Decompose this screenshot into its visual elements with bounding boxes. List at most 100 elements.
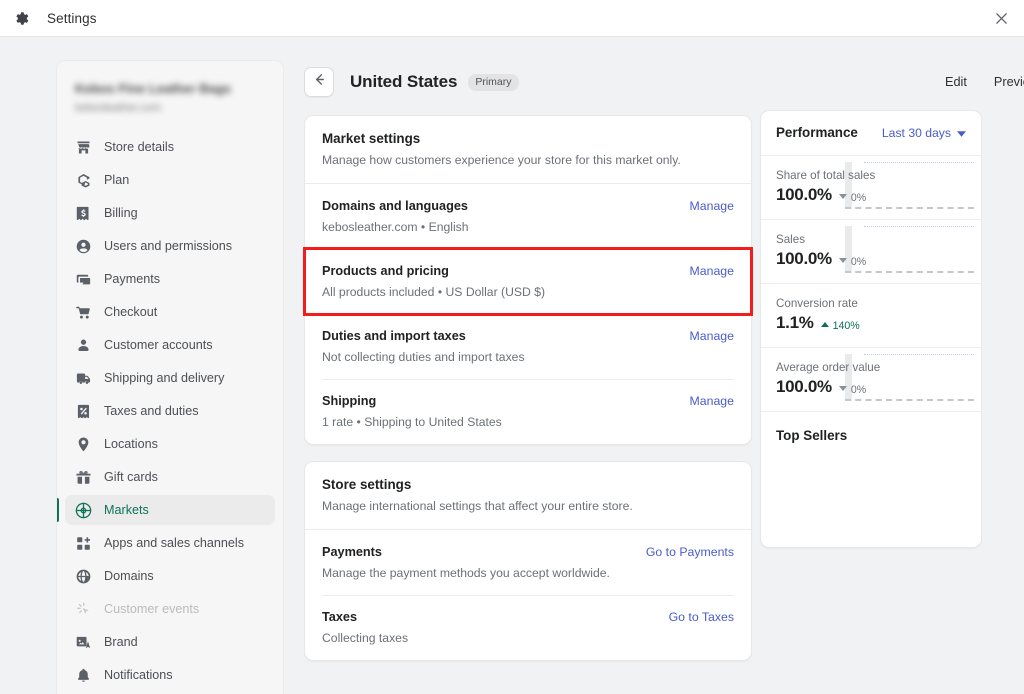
settings-row-action[interactable]: Go to Taxes [669,610,734,624]
sidebar-item-customer-events: Customer events [65,594,275,624]
sidebar-item-label: Domains [104,569,154,583]
performance-metric: Conversion rate1.1%140% [761,284,981,348]
back-button[interactable] [304,67,334,97]
bell-icon [74,666,93,685]
cursor-click-icon [74,600,93,619]
sidebar-item-payments[interactable]: Payments [65,264,275,294]
sidebar-item-label: Gift cards [104,470,158,484]
metric-delta-value: 0% [851,384,866,396]
sidebar-item-gift-cards[interactable]: Gift cards [65,462,275,492]
settings-row-action[interactable]: Manage [690,199,734,213]
page-header: United States Primary Edit Preview [304,60,752,104]
billing-icon [74,204,93,223]
settings-row-action[interactable]: Manage [690,394,734,408]
sidebar-item-billing[interactable]: Billing [65,198,275,228]
market-settings-card: Market settings Manage how customers exp… [304,115,752,445]
close-icon[interactable] [978,0,1024,36]
performance-metric: Average order value100.0%0% [761,348,981,412]
status-badge: Primary [468,74,518,91]
store-settings-header: Store settings Manage international sett… [305,462,751,530]
page-title: United States [350,72,457,92]
person-icon [74,336,93,355]
market-settings-rows: Domains and languageskebosleather.com • … [305,184,751,444]
header-actions: Edit Preview [879,60,1024,104]
metric-delta-value: 0% [851,256,866,268]
date-range-selector[interactable]: Last 30 days [882,126,966,140]
sidebar-item-brand[interactable]: Brand [65,627,275,657]
triangle-down-icon [839,386,847,391]
window-titlebar: Settings [0,0,1024,37]
metric-value: 1.1% [776,313,814,333]
sidebar-item-plan[interactable]: Plan [65,165,275,195]
settings-sidebar: Kebos Fine Leather Bags kebosleather.com… [56,60,284,694]
settings-row-subtitle: All products included • US Dollar (USD $… [322,285,734,299]
sidebar-item-customer-accounts[interactable]: Customer accounts [65,330,275,360]
metric-label: Average order value [776,361,966,374]
sidebar-item-label: Plan [104,173,129,187]
settings-row-subtitle: kebosleather.com • English [322,220,734,234]
performance-metric: Sales100.0%0% [761,220,981,284]
performance-title: Performance [776,125,858,140]
sidebar-item-domains[interactable]: Domains [65,561,275,591]
preview-button[interactable]: Preview [994,75,1024,89]
store-name-blurred: Kebos Fine Leather Bags [75,81,265,96]
date-range-label: Last 30 days [882,126,951,140]
settings-row: Domains and languageskebosleather.com • … [305,184,751,249]
sidebar-item-label: Checkout [104,305,157,319]
sidebar-item-label: Locations [104,437,158,451]
sidebar-item-label: Apps and sales channels [104,536,244,550]
sidebar-item-shipping-and-delivery[interactable]: Shipping and delivery [65,363,275,393]
settings-row: Duties and import taxesNot collecting du… [305,314,751,379]
settings-row-subtitle: Not collecting duties and import taxes [322,350,734,364]
edit-button[interactable]: Edit [945,75,967,89]
store-settings-title: Store settings [322,477,734,492]
sidebar-item-label: Brand [104,635,138,649]
window-title: Settings [47,11,97,26]
settings-window: Settings Kebos Fine Leather Bags kebosle… [0,0,1024,694]
settings-row-title: Products and pricing [322,264,734,278]
percent-receipt-icon [74,402,93,421]
sidebar-item-locations[interactable]: Locations [65,429,275,459]
chevron-down-icon [957,126,966,140]
settings-row-subtitle: 1 rate • Shipping to United States [322,415,734,429]
settings-row: TaxesCollecting taxesGo to Taxes [305,595,751,660]
settings-row-action[interactable]: Go to Payments [646,545,734,559]
cart-icon [74,303,93,322]
triangle-down-icon [839,258,847,263]
triangle-up-icon [821,322,829,327]
sidebar-item-checkout[interactable]: Checkout [65,297,275,327]
sidebar-item-store-details[interactable]: Store details [65,132,275,162]
settings-row-action[interactable]: Manage [690,329,734,343]
settings-row: PaymentsManage the payment methods you a… [305,530,751,595]
store-settings-rows: PaymentsManage the payment methods you a… [305,530,751,660]
store-settings-card: Store settings Manage international sett… [304,461,752,661]
metric-delta: 0% [839,256,866,268]
sidebar-item-label: Payments [104,272,160,286]
sidebar-item-markets[interactable]: Markets [65,495,275,525]
sidebar-item-taxes-and-duties[interactable]: Taxes and duties [65,396,275,426]
globe-icon [74,567,93,586]
sidebar-item-notifications[interactable]: Notifications [65,660,275,690]
plan-icon [74,171,93,190]
metric-delta-value: 0% [851,192,866,204]
settings-row: Products and pricing All products include… [305,249,751,314]
brand-image-icon [74,633,93,652]
sidebar-item-label: Billing [104,206,138,220]
sidebar-item-label: Notifications [104,668,173,682]
sidebar-item-apps-and-sales-channels[interactable]: Apps and sales channels [65,528,275,558]
performance-panel: Performance Last 30 days Share of total … [760,110,982,548]
sidebar-item-label: Taxes and duties [104,404,199,418]
market-settings-title: Market settings [322,131,734,146]
user-circle-icon [74,237,93,256]
performance-header: Performance Last 30 days [761,111,981,156]
top-sellers-section: Top Sellers [761,412,981,547]
store-domain-blurred: kebosleather.com [75,102,265,114]
settings-row-action[interactable]: Manage [690,264,734,278]
settings-row-subtitle: Collecting taxes [322,631,734,645]
metric-delta-value: 140% [833,320,860,332]
sidebar-item-label: Shipping and delivery [104,371,224,385]
sidebar-item-users-and-permissions[interactable]: Users and permissions [65,231,275,261]
store-settings-subtitle: Manage international settings that affec… [322,499,734,513]
store-card: Kebos Fine Leather Bags kebosleather.com [57,61,283,126]
metric-value: 100.0% [776,249,832,269]
